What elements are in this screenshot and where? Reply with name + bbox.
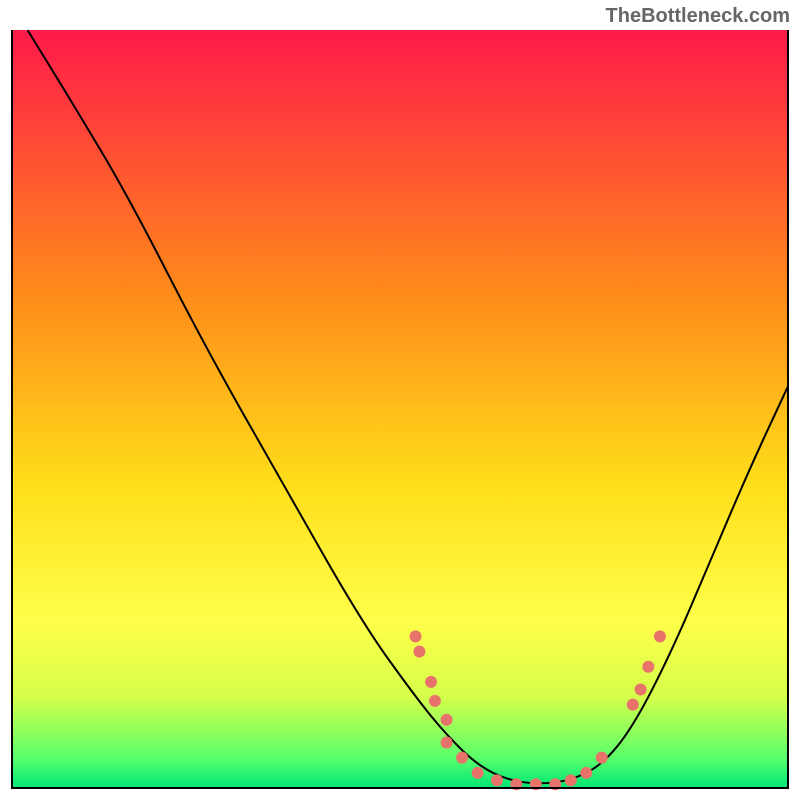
data-marker: [565, 774, 577, 786]
data-marker: [596, 752, 608, 764]
data-marker: [425, 676, 437, 688]
bottleneck-chart: [0, 0, 800, 800]
data-marker: [413, 646, 425, 658]
data-marker: [491, 774, 503, 786]
data-marker: [456, 752, 468, 764]
data-marker: [441, 714, 453, 726]
data-marker: [635, 683, 647, 695]
data-marker: [580, 767, 592, 779]
data-marker: [441, 737, 453, 749]
data-marker: [654, 630, 666, 642]
data-marker: [429, 695, 441, 707]
data-marker: [642, 661, 654, 673]
data-marker: [627, 699, 639, 711]
chart-container: TheBottleneck.com: [0, 0, 800, 800]
data-marker: [472, 767, 484, 779]
watermark-text: TheBottleneck.com: [606, 5, 790, 28]
data-marker: [410, 630, 422, 642]
